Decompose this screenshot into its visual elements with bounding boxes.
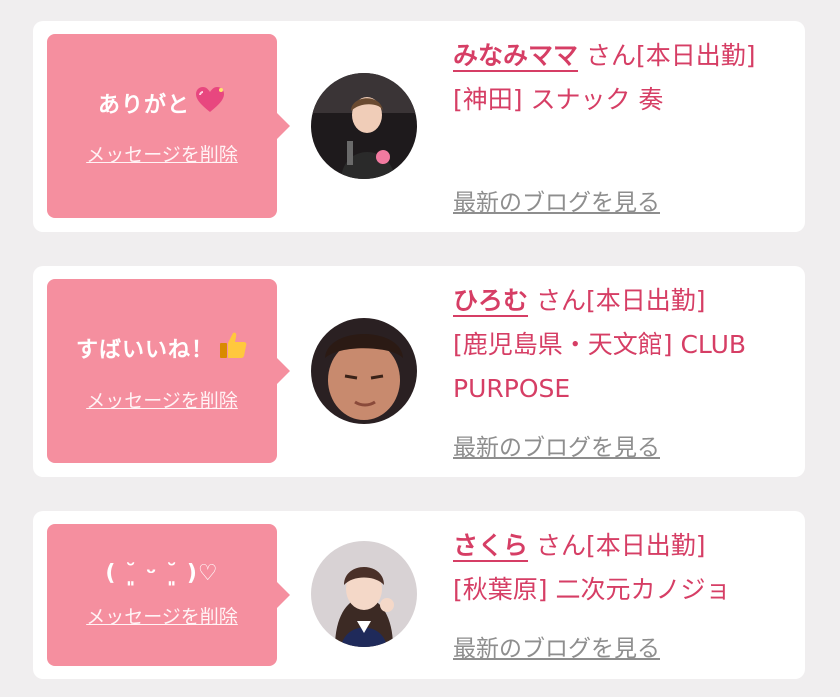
shop-text: [秋葉原] 二次元カノジョ [453,575,731,604]
message-text: ありがと [98,86,226,120]
status-text: [本日出勤] [585,531,706,560]
shop-text: [鹿児島県・天文館] CLUB PURPOSE [453,330,747,403]
avatar[interactable] [311,318,417,424]
profile-info: さくら さん[本日出勤] [秋葉原] 二次元カノジョ [453,524,793,612]
profile-info: ひろむ さん[本日出勤] [鹿児島県・天文館] CLUB PURPOSE [453,279,793,411]
message-text: すばいいね！ [76,330,248,366]
message-label: ( ˘͈ ᵕ ˘͈ )♡ [105,561,219,586]
profile-name-link[interactable]: さくら [453,531,528,560]
honorific: さん [535,286,586,315]
avatar[interactable] [311,541,417,647]
message-card: すばいいね！ メッセージを削除 ひろむ さん[本日出勤] [鹿児島県・天文館] … [33,266,805,477]
message-text: ( ˘͈ ᵕ ˘͈ )♡ [105,561,218,586]
avatar[interactable] [311,73,417,179]
blog-link[interactable]: 最新のブログを見る [453,629,660,663]
message-bubble: すばいいね！ メッセージを削除 [47,279,290,463]
blog-link[interactable]: 最新のブログを見る [453,183,660,217]
profile-name-link[interactable]: みなみママ [453,41,578,70]
blog-link[interactable]: 最新のブログを見る [453,428,660,462]
message-bubble: ありがと メッセージを削除 [47,34,290,218]
profile-info: みなみママ さん[本日出勤] [神田] スナック 奏 [453,34,793,122]
delete-message-link[interactable]: メッセージを削除 [86,140,238,167]
message-label: ありがと [97,92,190,118]
message-card: ( ˘͈ ᵕ ˘͈ )♡ メッセージを削除 さくら さん[本日出勤] [秋葉原]… [33,511,805,679]
message-bubble: ( ˘͈ ᵕ ˘͈ )♡ メッセージを削除 [47,524,290,666]
honorific: さん [535,531,586,560]
message-label: すばいいね！ [75,337,214,363]
delete-message-link[interactable]: メッセージを削除 [86,602,238,629]
sparkling-heart-icon [194,86,226,120]
status-text: [本日出勤] [585,286,706,315]
status-text: [本日出勤] [635,41,756,70]
shop-text: [神田] スナック 奏 [453,85,664,114]
honorific: さん [585,41,636,70]
thumbs-up-icon [218,330,248,366]
message-card: ありがと メッセージを削除 みなみママ さん[本日出勤] [神田] スナック 奏 [33,21,805,232]
delete-message-link[interactable]: メッセージを削除 [86,386,238,413]
profile-name-link[interactable]: ひろむ [453,286,528,315]
